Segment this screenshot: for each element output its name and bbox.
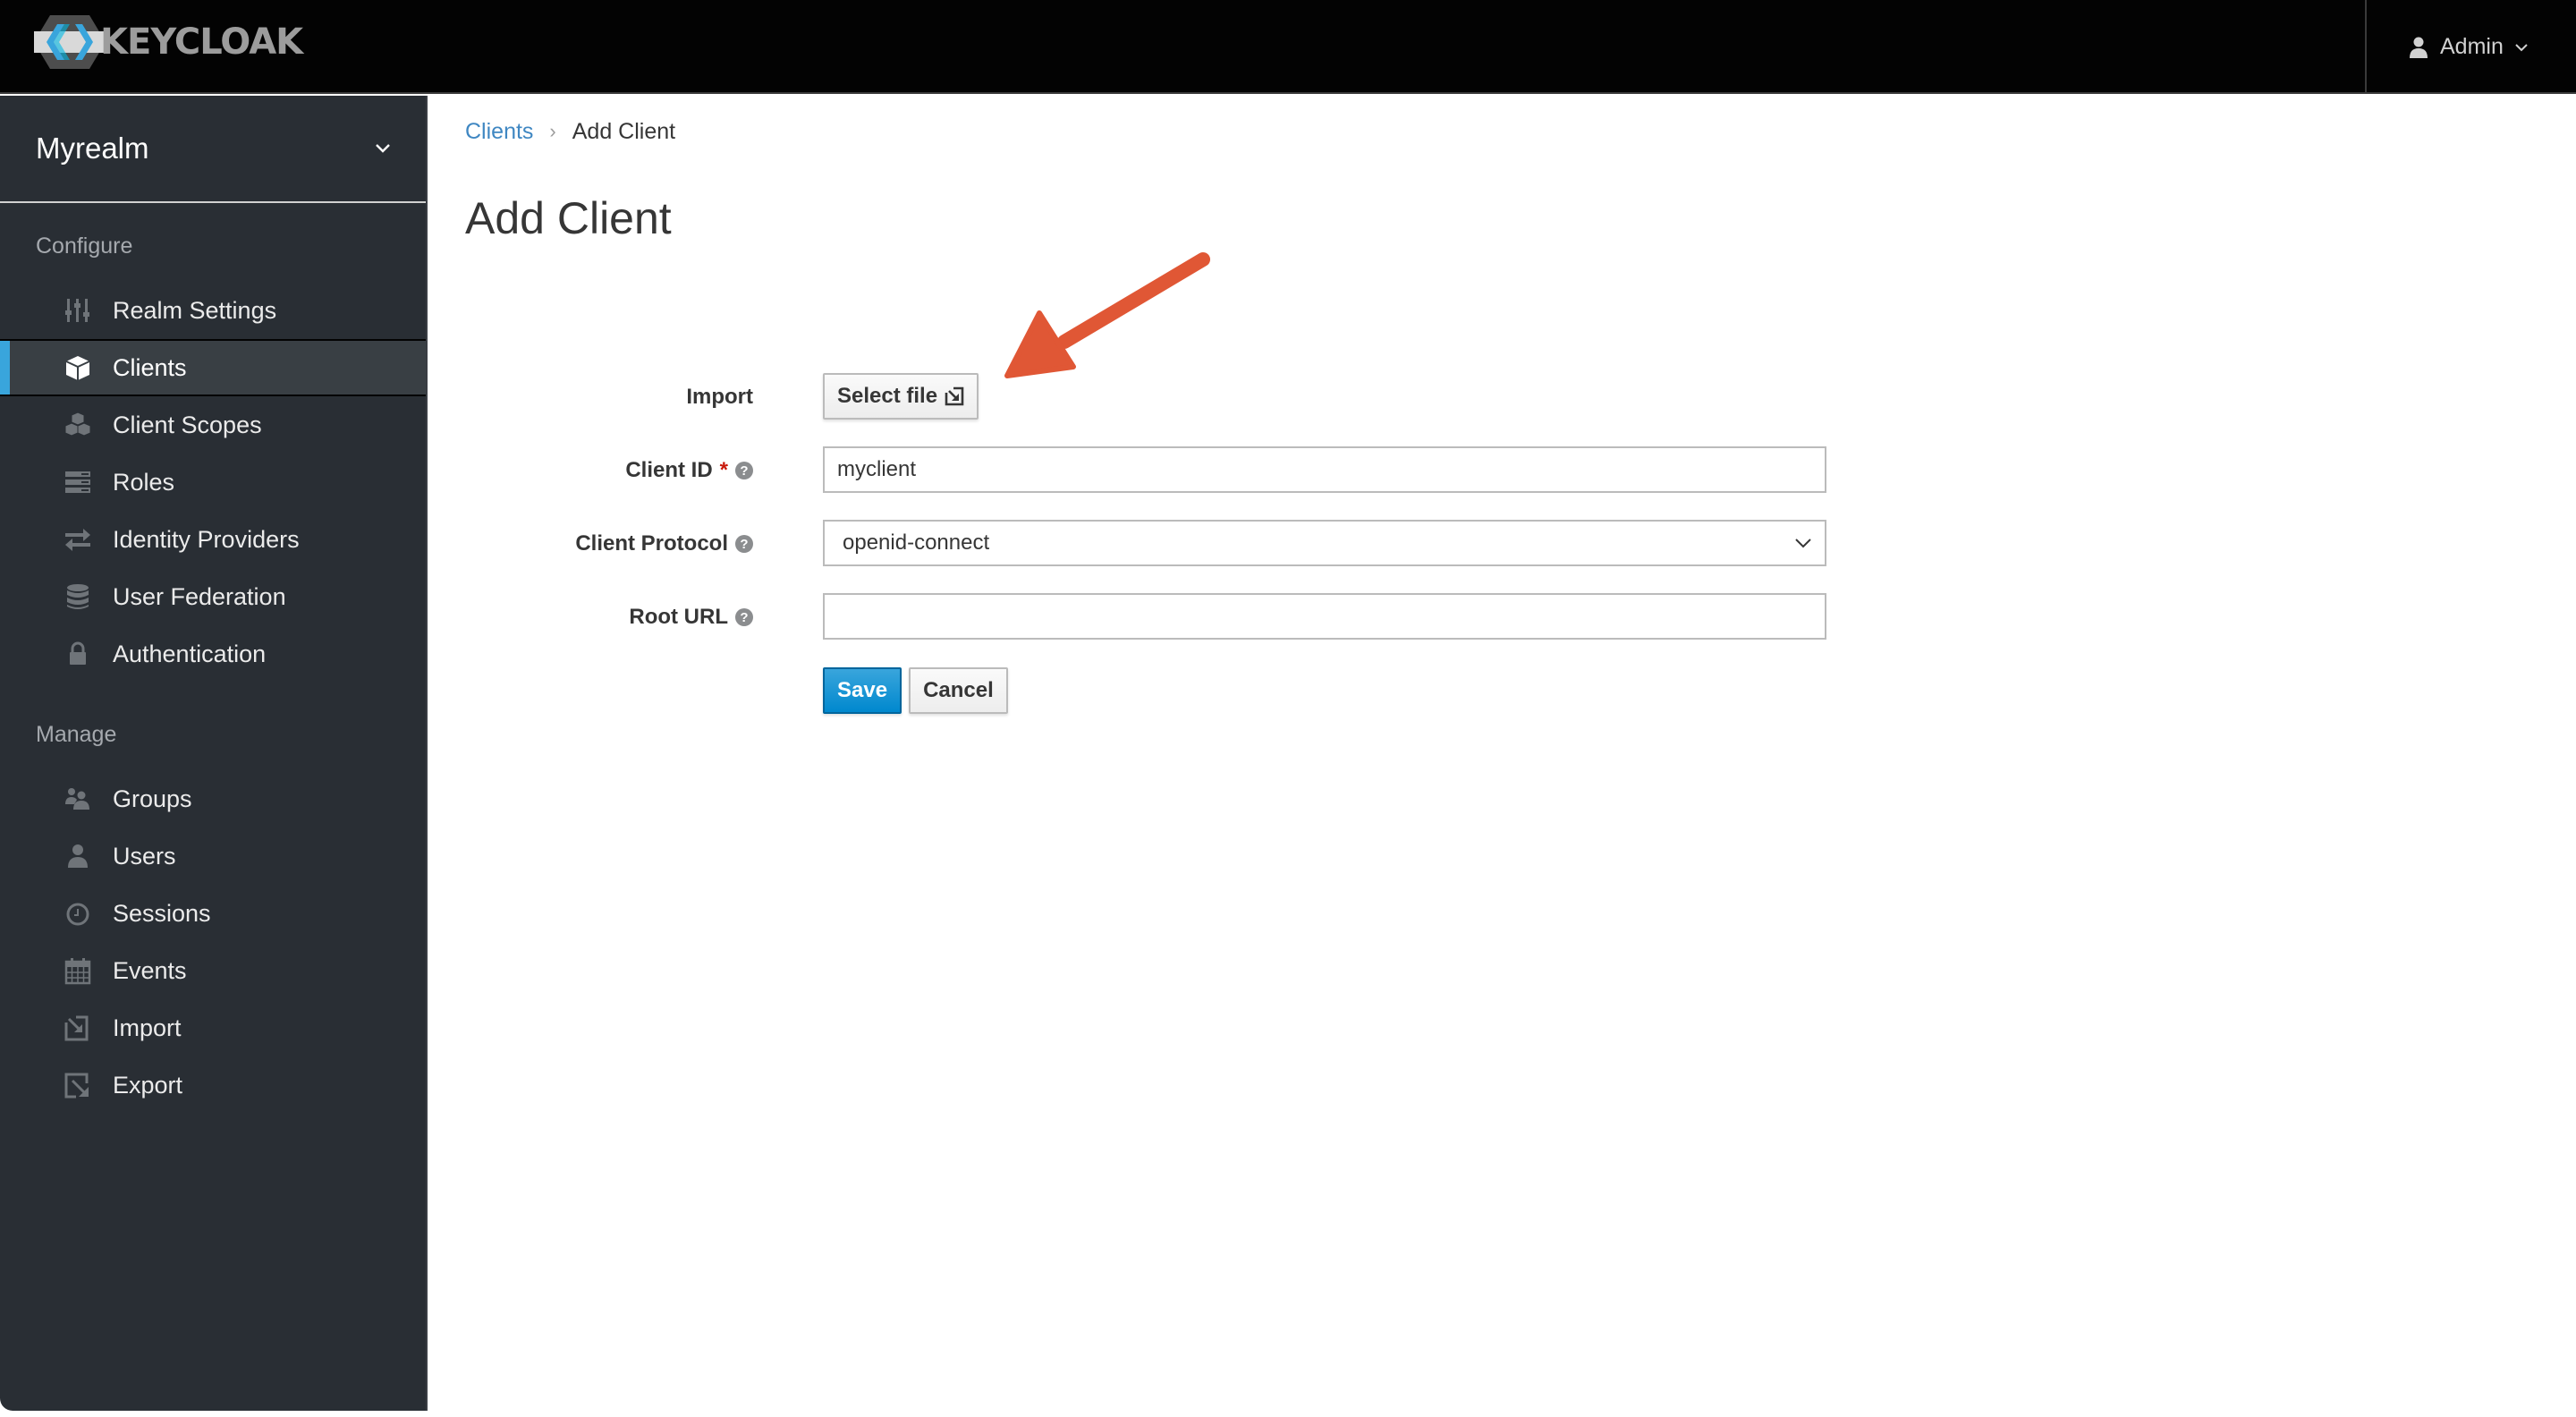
sidebar-item-roles[interactable]: Roles (0, 454, 426, 511)
select-file-button[interactable]: Select file (823, 373, 979, 420)
realm-name: Myrealm (36, 132, 149, 165)
sidebar-item-user-federation[interactable]: User Federation (0, 568, 426, 625)
required-indicator: * (719, 458, 728, 482)
calendar-icon (63, 955, 93, 986)
sidebar-item-identity-providers[interactable]: Identity Providers (0, 511, 426, 568)
keycloak-logo-icon (34, 15, 106, 69)
sidebar-item-events[interactable]: Events (0, 942, 426, 999)
page-title: Add Client (465, 193, 672, 243)
chevron-down-icon (2515, 43, 2528, 51)
realm-selector[interactable]: Myrealm (0, 96, 426, 203)
configure-nav: Realm Settings Clients Client Scopes Rol… (0, 282, 426, 683)
sidebar-item-users[interactable]: Users (0, 827, 426, 885)
server-stack-icon (63, 467, 93, 497)
client-protocol-value: openid-connect (843, 530, 990, 555)
form-actions: Save Cancel (429, 666, 1860, 715)
sidebar: Myrealm Configure Realm Settings Clients… (0, 96, 428, 1411)
sidebar-item-clients[interactable]: Clients (0, 339, 426, 396)
keycloak-logo[interactable]: KEYCLOAK (34, 13, 303, 72)
sidebar-item-groups[interactable]: Groups (0, 770, 426, 827)
nav-label: Import (113, 1014, 182, 1041)
logo-text: KEYCLOAK (100, 21, 303, 63)
nav-label: Client Scopes (113, 411, 262, 438)
nav-label: Authentication (113, 640, 267, 667)
section-configure: Configure (36, 233, 133, 259)
chevron-down-icon (1795, 539, 1811, 548)
root-url-input[interactable] (823, 593, 1826, 640)
main-content: Clients › Add Client Add Client Import S… (429, 96, 2576, 1417)
cube-icon (63, 352, 93, 383)
manage-nav: Groups Users Sessions Events Import Expo… (0, 770, 426, 1114)
sidebar-item-sessions[interactable]: Sessions (0, 885, 426, 942)
help-icon[interactable]: ? (735, 462, 753, 479)
breadcrumb: Clients › Add Client (465, 114, 675, 149)
cancel-button[interactable]: Cancel (909, 667, 1008, 714)
masthead: KEYCLOAK Admin (0, 0, 2576, 94)
root-url-row: Root URL ? (429, 593, 1860, 641)
import-label: Import (686, 385, 753, 409)
root-url-label: Root URL (629, 605, 728, 629)
nav-label: Sessions (113, 899, 211, 927)
breadcrumb-separator: › (549, 120, 556, 142)
sidebar-item-client-scopes[interactable]: Client Scopes (0, 396, 426, 454)
sidebar-item-realm-settings[interactable]: Realm Settings (0, 282, 426, 339)
breadcrumb-current: Add Client (572, 118, 676, 144)
users-icon (63, 784, 93, 814)
user-menu[interactable]: Admin (2365, 0, 2576, 94)
exchange-icon (63, 524, 93, 555)
section-manage: Manage (36, 722, 117, 747)
client-id-label: Client ID (625, 458, 713, 482)
user-icon (63, 841, 93, 871)
nav-label: Users (113, 842, 176, 870)
nav-label: User Federation (113, 582, 286, 610)
help-icon[interactable]: ? (735, 535, 753, 553)
nav-label: Realm Settings (113, 296, 277, 324)
nav-label: Clients (113, 353, 187, 381)
select-file-label: Select file (837, 384, 938, 408)
clock-icon (63, 898, 93, 929)
client-protocol-select[interactable]: openid-connect (823, 520, 1826, 566)
user-icon (2410, 37, 2428, 58)
breadcrumb-clients-link[interactable]: Clients (465, 119, 533, 145)
export-icon (63, 1070, 93, 1100)
client-protocol-label: Client Protocol (575, 531, 728, 556)
save-button[interactable]: Save (823, 667, 902, 714)
database-icon (63, 581, 93, 612)
nav-label: Identity Providers (113, 525, 300, 553)
sliders-icon (63, 295, 93, 326)
help-icon[interactable]: ? (735, 608, 753, 626)
sidebar-item-import[interactable]: Import (0, 999, 426, 1056)
import-icon (945, 386, 964, 406)
user-name: Admin (2440, 34, 2504, 59)
sidebar-item-export[interactable]: Export (0, 1056, 426, 1114)
import-row: Import Select file (429, 373, 1860, 421)
lock-icon (63, 639, 93, 669)
client-protocol-row: Client Protocol ? openid-connect (429, 520, 1860, 568)
nav-label: Groups (113, 785, 192, 812)
nav-label: Export (113, 1071, 183, 1099)
client-id-input[interactable] (823, 446, 1826, 493)
nav-label: Events (113, 956, 187, 984)
sidebar-item-authentication[interactable]: Authentication (0, 625, 426, 683)
client-id-row: Client ID * ? (429, 446, 1860, 495)
import-icon (63, 1013, 93, 1043)
nav-label: Roles (113, 468, 175, 496)
chevron-down-icon (376, 144, 390, 153)
cubes-icon (63, 410, 93, 440)
